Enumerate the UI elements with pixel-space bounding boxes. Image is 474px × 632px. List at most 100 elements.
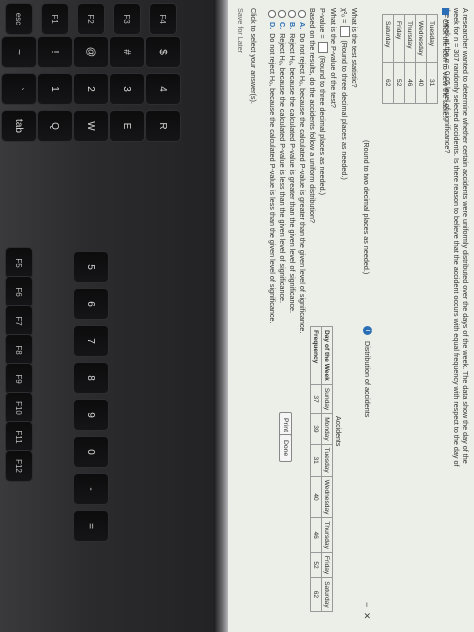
key[interactable]: E (110, 111, 144, 141)
value-cell: 62 (382, 62, 394, 104)
save-for-later-link[interactable]: Save for Later (236, 8, 245, 53)
question-pvalue: What is the P-value of the test? (329, 8, 338, 108)
table-row: Thursday 46 (404, 14, 416, 104)
key[interactable]: 2 (74, 74, 108, 104)
option-text: Do not reject H₀, because the calculated… (268, 33, 277, 324)
key[interactable]: = (74, 511, 108, 541)
chi-square-label: χ²₀ = (340, 8, 350, 24)
radio-c[interactable] (278, 10, 287, 18)
popup-title: i Distribution of accidents (363, 326, 372, 417)
option-a[interactable]: A. Do not reject H₀, because the calcula… (298, 10, 307, 333)
key[interactable]: F6 (6, 277, 32, 307)
key[interactable]: F2 (78, 4, 104, 34)
laptop-bezel-edge (214, 0, 228, 632)
day-cell: Monday (321, 413, 333, 445)
close-icon[interactable]: ✕ (361, 612, 372, 620)
key[interactable]: 9 (74, 400, 108, 430)
option-b[interactable]: B. Reject H₀, because the calculated P-v… (288, 10, 297, 313)
test-statistic-row: χ²₀ = (Round to three decimal places as … (340, 8, 350, 180)
key[interactable]: F4 (150, 4, 176, 34)
value-cell: 52 (393, 62, 405, 104)
option-c[interactable]: C. Reject H₀, because the calculated P-v… (278, 10, 287, 303)
laptop-screen: A researcher wanted to determine whether… (228, 0, 474, 632)
distribution-popup: i Distribution of accidents − ✕ Accident… (272, 322, 378, 622)
table-icon-hint[interactable]: Click the icon to view the table. (441, 8, 450, 118)
key[interactable]: - (74, 474, 108, 504)
key[interactable]: 0 (74, 437, 108, 467)
header-cell: Day of the Week (321, 326, 333, 385)
freq-cell: 31 (310, 444, 322, 477)
key[interactable]: # (110, 37, 144, 67)
freq-cell: 46 (310, 517, 322, 553)
option-text: Do not reject H₀, because the calculated… (298, 33, 307, 334)
key[interactable]: 3 (110, 74, 144, 104)
day-cell: Tuesday (321, 444, 333, 477)
day-cell: Saturday (382, 14, 394, 63)
radio-b[interactable] (288, 10, 297, 18)
key[interactable]: W (74, 111, 108, 141)
day-cell: Saturday (321, 577, 333, 612)
test-statistic-input[interactable] (340, 26, 350, 38)
table-row: Frequency 37 39 31 40 46 52 62 (310, 326, 322, 612)
pvalue-input[interactable] (318, 41, 328, 53)
key[interactable]: F5 (6, 248, 32, 278)
option-letter: C. (278, 22, 287, 30)
radio-a[interactable] (298, 10, 307, 18)
table-icon-hint-text: Click the icon to view the table. (441, 19, 450, 118)
key[interactable]: F3 (114, 4, 140, 34)
distribution-table: Day of the Week Sunday Monday Tuesday We… (310, 326, 333, 612)
key[interactable]: ~ (2, 37, 36, 67)
minimize-icon[interactable]: − (362, 602, 372, 607)
value-cell: 40 (415, 62, 427, 104)
day-cell: Wednesday (415, 14, 427, 63)
option-letter: A. (298, 22, 307, 30)
key[interactable]: F10 (6, 393, 32, 423)
question-conclusion: Based on the results, do the accidents f… (308, 8, 317, 223)
data-table-partial: Tuesday 31 Wednesday 40 Thursday 46 Friday 5… (382, 14, 438, 104)
popup-title-text: Distribution of accidents (363, 341, 372, 418)
key[interactable]: Q (38, 111, 72, 141)
key[interactable]: tab (2, 111, 36, 141)
answer-hint: Click to select your answer(s). (249, 8, 258, 104)
radio-d[interactable] (268, 10, 277, 18)
option-d[interactable]: D. Do not reject H₀, because the calcula… (268, 10, 277, 323)
day-cell: Friday (393, 14, 405, 63)
keyboard-column: esc ~ ` tab (2, 4, 36, 143)
key[interactable]: R (146, 111, 180, 141)
key[interactable]: 4 (146, 74, 180, 104)
pvalue-label: P-value = (318, 8, 328, 39)
key[interactable]: F12 (6, 451, 32, 481)
table-row: Day of the Week Sunday Monday Tuesday We… (321, 326, 333, 612)
done-button[interactable]: Done (279, 434, 292, 463)
key[interactable]: ! (38, 37, 72, 67)
key[interactable]: F8 (6, 335, 32, 365)
key[interactable]: 7 (74, 326, 108, 356)
key[interactable]: $ (146, 37, 180, 67)
keyboard-column: F2 @ 2 W (74, 4, 108, 143)
key[interactable]: F1 (42, 4, 68, 34)
table-icon[interactable] (442, 8, 449, 15)
key[interactable]: @ (74, 37, 108, 67)
day-cell: Sunday (321, 384, 333, 414)
option-text: Reject H₀, because the calculated P-valu… (288, 33, 297, 314)
option-letter: B. (288, 22, 297, 30)
key[interactable]: esc (6, 4, 32, 34)
freq-cell: 52 (310, 552, 322, 578)
key[interactable]: F9 (6, 364, 32, 394)
key[interactable]: ` (2, 74, 36, 104)
value-cell: 46 (404, 62, 416, 104)
key[interactable]: 6 (74, 289, 108, 319)
question-test-statistic: What is the test statistic? (350, 8, 359, 88)
key[interactable]: 1 (38, 74, 72, 104)
freq-cell: 40 (310, 476, 322, 518)
key[interactable]: 8 (74, 363, 108, 393)
day-cell: Wednesday (321, 476, 333, 518)
key[interactable]: 5 (74, 252, 108, 282)
key[interactable]: F11 (6, 422, 32, 452)
table-row: Tuesday 31 (426, 14, 438, 104)
table-row: Friday 52 (393, 14, 405, 104)
value-cell: 31 (426, 62, 438, 104)
header-cell: Frequency (310, 326, 322, 385)
key[interactable]: F7 (6, 306, 32, 336)
day-cell: Thursday (321, 517, 333, 553)
